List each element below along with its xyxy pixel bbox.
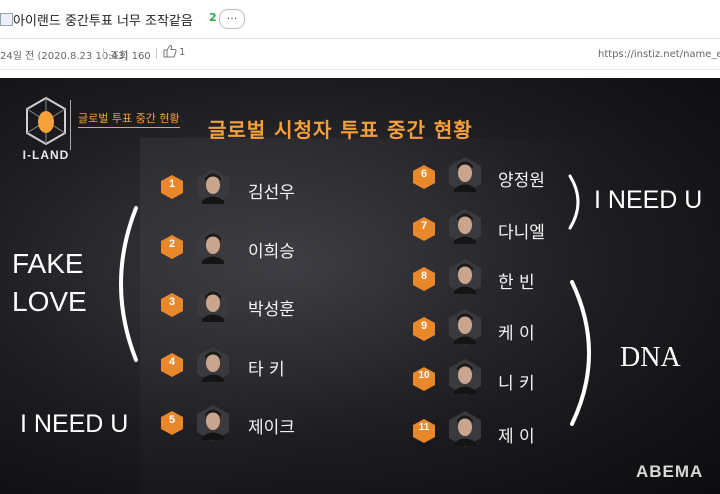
avatar [197, 287, 229, 323]
trainee-name: 박성훈 [248, 300, 295, 320]
avatar [197, 229, 229, 265]
logo-text: I-LAND [22, 148, 70, 162]
rank-badge: 11 [412, 418, 436, 444]
main-title: 글로벌 시청자 투표 중간 현황 [208, 118, 473, 142]
avatar [197, 405, 229, 441]
rank-badge: 10 [412, 366, 436, 392]
small-title: 글로벌 투표 중간 현황 [78, 110, 180, 128]
rank-badge: 7 [412, 216, 436, 242]
broadcast-image: I-LAND 글로벌 투표 중간 현황 글로벌 시청자 투표 중간 현황 1 김… [0, 78, 720, 494]
trainee-name: 이희승 [248, 242, 295, 262]
comment-count[interactable]: 2 [209, 11, 217, 24]
source-link[interactable]: https://instiz.net/name_ente [598, 49, 720, 60]
post-date: 24일 전 (2020.8.23 10:43) [0, 51, 129, 62]
post-title-row: 아이랜드 중간투표 너무 조작같음 2 ··· [0, 0, 720, 38]
song-label-dna: DNA [620, 342, 681, 373]
trainee-name: 제이크 [248, 418, 295, 438]
thumbs-up-icon[interactable] [163, 44, 177, 58]
trainee-name: 양정원 [498, 171, 545, 191]
rank-number: 3 [168, 296, 176, 308]
logo-divider [70, 100, 71, 150]
avatar [449, 411, 481, 447]
rank-number: 6 [420, 168, 428, 180]
like-count: 1 [179, 47, 186, 58]
view-count: 조회 160 [110, 51, 151, 62]
post-meta-row: 24일 전 (2020.8.23 10:43) 조회 160 1 https:/… [0, 39, 720, 69]
song-label-i-need-u: I NEED U [20, 410, 129, 438]
song-label-i-need-u: I NEED U [594, 186, 703, 214]
right-top-bracket [568, 174, 580, 230]
rank-badge: 3 [160, 292, 184, 318]
trainee-name: 한 빈 [498, 273, 535, 293]
image-attachment-icon [0, 13, 13, 26]
avatar [449, 209, 481, 245]
trainee-name: 니 키 [498, 374, 535, 394]
left-group-bracket [119, 206, 138, 362]
trainee-name: 타 키 [248, 360, 285, 380]
avatar [197, 169, 229, 205]
avatar [449, 157, 481, 193]
trainee-name: 제 이 [498, 427, 535, 447]
trainee-name: 케 이 [498, 324, 535, 344]
rank-number: 9 [420, 320, 428, 332]
rank-number: 11 [418, 422, 430, 433]
avatar [197, 347, 229, 383]
song-label-fake-love: FAKE [12, 248, 84, 279]
avatar [449, 359, 481, 395]
rank-badge: 1 [160, 174, 184, 200]
trainee-name: 다니엘 [498, 223, 545, 243]
rank-badge: 5 [160, 410, 184, 436]
rank-number: 5 [168, 414, 176, 426]
rank-badge: 2 [160, 234, 184, 260]
rank-number: 8 [420, 270, 428, 282]
song-label-fake-love: LOVE [12, 286, 87, 317]
right-bottom-bracket [570, 280, 591, 426]
divider [0, 69, 720, 70]
rank-badge: 6 [412, 164, 436, 190]
rank-number: 2 [168, 238, 176, 250]
abema-watermark: ABEMA [636, 462, 704, 481]
meta-separator [103, 48, 104, 59]
rank-badge: 8 [412, 266, 436, 292]
avatar [449, 259, 481, 295]
meta-separator [156, 48, 157, 59]
rank-number: 1 [168, 178, 176, 190]
iland-logo-icon [26, 96, 66, 146]
avatar [449, 309, 481, 345]
rank-number: 10 [418, 370, 430, 381]
rank-badge: 9 [412, 316, 436, 342]
more-button[interactable]: ··· [219, 9, 245, 29]
rank-badge: 4 [160, 352, 184, 378]
rank-number: 4 [168, 356, 176, 368]
post-title[interactable]: 아이랜드 중간투표 너무 조작같음 [13, 10, 193, 29]
trainee-name: 김선우 [248, 183, 295, 203]
rank-number: 7 [420, 220, 428, 232]
